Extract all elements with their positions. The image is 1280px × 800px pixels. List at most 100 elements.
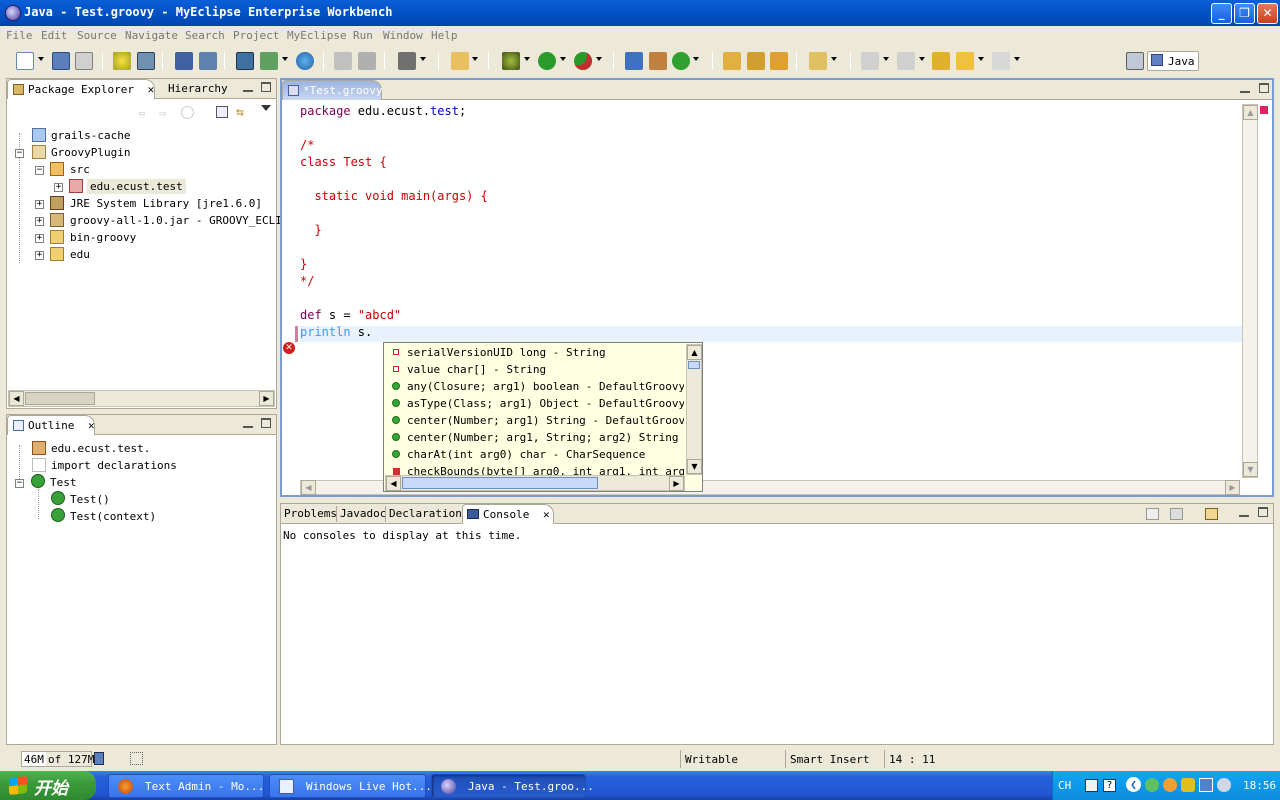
scroll-right-icon[interactable]: ▶ (1225, 480, 1240, 495)
next-annotation-icon[interactable] (861, 52, 879, 70)
forward-icon[interactable] (992, 52, 1010, 70)
menu-file[interactable]: File (6, 29, 33, 42)
back-nav-icon[interactable]: ⇦ (138, 106, 145, 120)
java-perspective-button[interactable]: Java (1147, 51, 1199, 71)
tree-item-jre-system-library[interactable]: JRE System Library [jre1.6.0] (70, 197, 262, 210)
new-package-icon[interactable] (625, 52, 643, 70)
toggle-icon[interactable] (398, 52, 416, 70)
code-line-13[interactable]: def s = "abcd" (300, 308, 401, 322)
code-line-3[interactable]: /* (300, 138, 314, 152)
help-icon[interactable]: ? (1103, 779, 1116, 792)
assist-item[interactable]: serialVersionUID long - String (384, 344, 684, 361)
server-icon[interactable] (137, 52, 155, 70)
tab-declaration[interactable]: Declaration (389, 507, 462, 520)
expand-toggle[interactable]: + (35, 234, 44, 243)
start-button[interactable]: 开始 (0, 771, 96, 800)
tree-item-edu[interactable]: edu (70, 248, 90, 261)
scroll-right-icon[interactable]: ▶ (669, 476, 684, 491)
assist-item[interactable]: center(Number; arg1, String; arg2) Strin… (384, 429, 684, 446)
maximize-view-icon[interactable] (261, 418, 271, 428)
assist-item[interactable]: asType(Class; arg1) Object - DefaultGroo… (384, 395, 684, 412)
tree-item-groovyplugin[interactable]: GroovyPlugin (51, 146, 130, 159)
scroll-left-icon[interactable]: ◀ (9, 391, 24, 406)
build-icon[interactable] (113, 52, 131, 70)
prev-annotation-icon[interactable] (897, 52, 915, 70)
new-wizard-icon[interactable] (451, 52, 469, 70)
close-button[interactable]: ✕ (1257, 3, 1278, 24)
outline-item-package[interactable]: edu.ecust.test. (51, 442, 150, 455)
back-icon[interactable] (956, 52, 974, 70)
assist-item[interactable]: value char[] - String (384, 361, 684, 378)
deploy-project-icon[interactable] (236, 52, 254, 70)
maximize-view-icon[interactable] (261, 82, 271, 92)
scroll-down-icon[interactable]: ▼ (1243, 462, 1258, 477)
scroll-up-icon[interactable]: ▲ (687, 345, 702, 360)
tab-test-groovy[interactable]: *Test.groovy (282, 80, 382, 100)
menu-myeclipse[interactable]: MyEclipse (287, 29, 347, 42)
open-folder-icon[interactable] (723, 52, 741, 70)
scroll-thumb[interactable] (688, 361, 700, 369)
messenger-icon[interactable] (1145, 778, 1159, 792)
open-type-icon[interactable] (334, 52, 352, 70)
scroll-left-icon[interactable]: ◀ (386, 476, 401, 491)
tab-package-explorer[interactable]: Package Explorer ✕ (7, 79, 155, 99)
browser-icon[interactable] (296, 52, 314, 70)
outline-item-constructor-context[interactable]: Test(context) (70, 510, 156, 523)
menu-navigate[interactable]: Navigate (125, 29, 178, 42)
print-icon[interactable] (75, 52, 93, 70)
tree-item-src[interactable]: src (70, 163, 90, 176)
package-explorer-hscrollbar[interactable]: ◀ ▶ (8, 390, 275, 407)
external-tools-icon[interactable] (574, 52, 592, 70)
scroll-thumb[interactable] (25, 392, 95, 405)
task-java-eclipse[interactable]: Java - Test.groo... (431, 774, 594, 798)
tab-problems[interactable]: Problems (284, 507, 337, 520)
code-line-8[interactable]: } (300, 223, 321, 237)
tree-item-groovy-all-jar[interactable]: groovy-all-1.0.jar - GROOVY_ECLIPS (70, 214, 295, 227)
link-editor-icon[interactable]: ⇆ (236, 105, 244, 120)
minimize-button[interactable]: _ (1211, 3, 1232, 24)
heap-status[interactable]: 46M of 127M (21, 751, 94, 767)
tree-item-grails-cache[interactable]: grails-cache (51, 129, 130, 142)
minimize-view-icon[interactable] (243, 82, 253, 92)
code-line-14[interactable]: println s. (300, 325, 372, 339)
new-groovy-icon[interactable] (672, 52, 690, 70)
tray-collapse-icon[interactable]: ❮ (1126, 777, 1141, 792)
code-line-10[interactable]: } (300, 257, 307, 271)
minimize-view-icon[interactable] (1239, 507, 1249, 517)
menu-source[interactable]: Source (77, 29, 117, 42)
forward-nav-icon[interactable]: ⇨ (159, 106, 166, 120)
open-task-icon[interactable] (770, 52, 788, 70)
task-text-admin[interactable]: Text Admin - Mo... (108, 774, 264, 798)
assist-vscrollbar[interactable]: ▲ ▼ (686, 344, 702, 475)
close-icon[interactable]: ✕ (148, 83, 155, 96)
outline-item-test-class[interactable]: Test (50, 476, 77, 489)
qq-icon[interactable] (1181, 778, 1195, 792)
code-line-4[interactable]: class Test { (300, 155, 387, 169)
tab-console[interactable]: Console ✕ (462, 504, 554, 524)
network-icon[interactable] (1163, 778, 1177, 792)
minimize-view-icon[interactable] (1240, 83, 1250, 93)
volume-icon[interactable] (1217, 778, 1231, 792)
menu-run[interactable]: Run (353, 29, 373, 42)
close-icon[interactable]: ✕ (88, 419, 95, 432)
new-class-icon[interactable] (649, 52, 667, 70)
tree-item-bin-groovy[interactable]: bin-groovy (70, 231, 136, 244)
title-bar[interactable]: Java - Test.groovy - MyEclipse Enterpris… (0, 0, 1280, 26)
search-icon[interactable] (747, 52, 765, 70)
debug-icon[interactable] (502, 52, 520, 70)
fast-view-icon[interactable] (130, 752, 143, 765)
maximize-view-icon[interactable] (1258, 507, 1268, 517)
assist-item[interactable]: center(Number; arg1) String - DefaultGro… (384, 412, 684, 429)
deploy-icon[interactable] (175, 52, 193, 70)
code-line-6[interactable]: static void main(args) { (300, 189, 487, 203)
menu-project[interactable]: Project (233, 29, 279, 42)
tree-item-edu-ecust-test[interactable]: edu.ecust.test (87, 179, 186, 194)
last-edit-icon[interactable] (932, 52, 950, 70)
menu-window[interactable]: Window (383, 29, 423, 42)
task-windows-live[interactable]: Windows Live Hot... (269, 774, 432, 798)
collapse-all-icon[interactable] (216, 106, 228, 118)
assist-item[interactable]: checkBounds(byte[] arg0, int arg1, int a… (384, 463, 684, 475)
pin-console-icon[interactable] (1170, 508, 1183, 520)
overview-error-marker[interactable] (1260, 106, 1268, 114)
outline-item-imports[interactable]: import declarations (51, 459, 177, 472)
